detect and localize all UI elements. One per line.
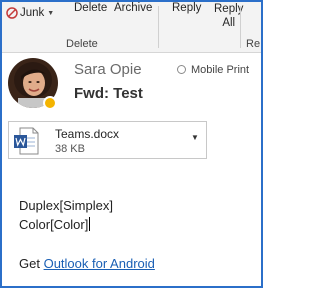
body-line-color: Color[Color]	[19, 217, 91, 232]
reply-all-label-line2: All	[222, 17, 236, 29]
outlook-for-android-link[interactable]: Outlook for Android	[44, 256, 155, 271]
body-line-duplex: Duplex[Simplex]	[19, 198, 113, 213]
attachment-name: Teams.docx	[55, 127, 120, 141]
signature: Get Outlook for Android	[19, 256, 155, 271]
ribbon: Junk ▼ Delete Archive Reply Reply All De…	[2, 2, 261, 53]
reply-all-button[interactable]: Reply All	[214, 2, 243, 30]
junk-button[interactable]: Junk ▼	[6, 7, 54, 19]
junk-icon	[6, 7, 18, 19]
chevron-down-icon: ▼	[47, 9, 55, 17]
presence-away-icon	[43, 96, 57, 110]
ribbon-divider	[240, 6, 241, 48]
word-document-icon	[13, 127, 39, 155]
sender-name[interactable]: Sara Opie	[74, 61, 142, 78]
attachment-size: 38 KB	[55, 143, 85, 155]
signature-prefix: Get	[19, 256, 44, 271]
group-label-respond: Re	[246, 38, 261, 50]
attachment-card[interactable]: Teams.docx 38 KB ▼	[8, 121, 207, 159]
archive-button[interactable]: Archive	[114, 2, 152, 14]
delete-button[interactable]: Delete	[74, 2, 107, 14]
message-subject: Fwd: Test	[74, 85, 143, 102]
junk-label: Junk	[20, 7, 45, 19]
reply-button[interactable]: Reply	[172, 2, 201, 14]
mobile-print-label[interactable]: Mobile Print	[191, 64, 249, 76]
reply-all-label-line1: Reply	[214, 3, 244, 15]
body-line-color-text: Color[Color]	[19, 217, 89, 232]
text-cursor	[89, 217, 91, 231]
ribbon-divider	[158, 6, 159, 48]
group-label-delete: Delete	[66, 38, 98, 50]
attachment-menu-chevron-icon[interactable]: ▼	[191, 133, 199, 142]
mobile-print-radio[interactable]	[177, 65, 186, 74]
